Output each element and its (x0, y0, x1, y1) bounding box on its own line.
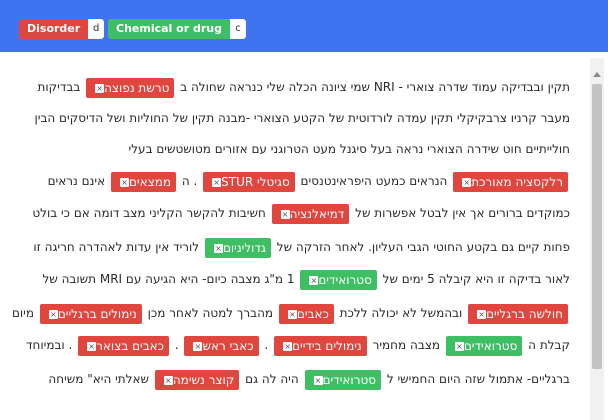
disorder-entity-tag[interactable]: טרשת נפוצה× (86, 77, 175, 98)
plain-text: מהברך למטה לאחר מכן (143, 306, 277, 320)
plain-text: ברגליים- אתמול שזה היום החמישי ל (383, 372, 570, 386)
chemical-shortcut-key: c (229, 19, 246, 39)
text-line[interactable]: פחות קיים גם בקטע החוטי הגבי העליון. לאח… (33, 236, 570, 258)
plain-text: . ה (178, 174, 202, 188)
entity-text: נימולים בידיים (292, 338, 362, 353)
text-line[interactable]: לאור בדיקה זו היא קיבלה 5 ימים של סטרואי… (42, 268, 570, 290)
chemical-entity-tag[interactable]: סטרואידים× (445, 335, 523, 356)
remove-entity-icon[interactable]: × (313, 375, 323, 385)
plain-text: תקין ובבדיקה עמוד שדרה צוארי - NRI שמי צ… (176, 80, 570, 94)
plain-text: . (171, 338, 183, 352)
entity-text: ממצאים (128, 174, 172, 189)
remove-entity-icon[interactable]: × (48, 309, 58, 319)
disorder-shortcut-key: d (88, 19, 105, 39)
remove-entity-icon[interactable]: × (163, 375, 173, 385)
chemical-entity-tag[interactable]: סטרואידים× (304, 369, 382, 390)
disorder-entity-tag[interactable]: כאבי ראש× (184, 335, 259, 356)
entity-text: דמיאלנציה (289, 206, 345, 221)
chemical-entity-tag[interactable]: גדוליניום× (204, 237, 271, 258)
plain-text: מיום (11, 306, 38, 320)
remove-entity-icon[interactable]: × (280, 209, 290, 219)
entity-text: גדוליניום (222, 240, 266, 255)
remove-entity-icon[interactable]: × (287, 309, 297, 319)
disorder-label-name: Disorder (19, 19, 89, 39)
text-line[interactable]: תקין ובבדיקה עמוד שדרה צוארי - NRI שמי צ… (37, 76, 570, 98)
plain-text: חולייתיים חוט שידרה הצוארי נראה בעל סיגנ… (128, 142, 570, 156)
disorder-entity-tag[interactable]: סגיטלי STUR× (203, 171, 295, 192)
disorder-entity-tag[interactable]: נימולים ברגליים× (39, 303, 142, 324)
entity-text: רלקסציה מאורכת (471, 174, 563, 189)
entity-text: סגיטלי STUR (221, 174, 290, 189)
entity-text: סטרואידים (463, 338, 518, 353)
remove-entity-icon[interactable]: × (87, 341, 97, 351)
text-line[interactable]: מעבר קרניו צרבקיקלי תקין עמדה לורדוטית ש… (35, 107, 571, 129)
remove-entity-icon[interactable]: × (454, 341, 464, 351)
disorder-entity-tag[interactable]: כאבים× (278, 303, 334, 324)
plain-text: בבדיקות (37, 80, 85, 94)
disorder-entity-tag[interactable]: ממצאים× (110, 171, 177, 192)
vertical-scrollbar[interactable] (590, 58, 604, 420)
entity-text: סטרואידים (322, 372, 377, 387)
entity-text: כאבים בצואר (96, 338, 165, 353)
scroll-up-arrow-icon[interactable] (593, 72, 601, 77)
plain-text: ובהמשל לא יכולה ללכת (335, 306, 467, 320)
plain-text: מצבה מחמיר (368, 338, 444, 352)
remove-entity-icon[interactable]: × (212, 177, 222, 187)
disorder-label-button[interactable]: Disorder d (19, 19, 105, 39)
disorder-entity-tag[interactable]: קוצר נשימה× (154, 369, 240, 390)
text-line[interactable]: רלקסציה מאורכת× הנראים כמעט היפראינטנסים… (48, 170, 570, 192)
plain-text: מעבר קרניו צרבקיקלי תקין עמדה לורדוטית ש… (34, 111, 571, 125)
disorder-entity-tag[interactable]: רלקסציה מאורכת× (453, 171, 568, 192)
plain-text: 1 מ"ג מצבה כיום- היא הגיעה עם MRI תשובה … (42, 272, 299, 286)
remove-entity-icon[interactable]: × (213, 243, 223, 253)
disorder-entity-tag[interactable]: כאבים בצואר× (78, 335, 170, 356)
annotation-text-area[interactable]: תקין ובבדיקה עמוד שדרה צוארי - NRI שמי צ… (0, 52, 608, 420)
plain-text: . (260, 338, 273, 352)
plain-text: שאלתי היא" משיחה (48, 372, 153, 386)
disorder-entity-tag[interactable]: דמיאלנציה× (271, 203, 350, 224)
plain-text: פחות קיים גם בקטע החוטי הגבי העליון. לאח… (272, 240, 570, 254)
text-line[interactable]: חולשה ברגליים× ובהמשל לא יכולה ללכת כאבי… (12, 302, 570, 324)
text-line[interactable]: קבלת ה סטרואידים× מצבה מחמיר נימולים ביד… (26, 334, 570, 356)
entity-text: חולשה ברגליים (486, 306, 563, 321)
chemical-entity-tag[interactable]: סטרואידים× (300, 269, 377, 290)
entity-text: כאבים (296, 306, 329, 321)
remove-entity-icon[interactable]: × (283, 341, 293, 351)
plain-text: היה לה גם (241, 372, 303, 386)
plain-text: קבלת ה (524, 338, 570, 352)
plain-text: לוריד אין עדות לאהדרה חריגה זו (33, 240, 203, 254)
chemical-label-name: Chemical or drug (108, 19, 230, 39)
entity-text: טרשת נפוצה (104, 80, 170, 95)
entity-text: נימולים ברגליים (57, 306, 137, 321)
remove-entity-icon[interactable]: × (309, 275, 319, 285)
plain-text: לאור בדיקה זו היא קיבלה 5 ימים של (378, 272, 570, 286)
text-line[interactable]: כמוקדים ברורים אך אין לבטל אפשרות של דמי… (32, 202, 570, 224)
disorder-entity-tag[interactable]: חולשה ברגליים× (468, 303, 568, 324)
remove-entity-icon[interactable]: × (462, 177, 472, 187)
plain-text: כמוקדים ברורים אך אין לבטל אפשרות של (351, 206, 570, 220)
remove-entity-icon[interactable]: × (119, 177, 129, 187)
remove-entity-icon[interactable]: × (477, 309, 487, 319)
text-line[interactable]: ברגליים- אתמול שזה היום החמישי ל סטרואיד… (48, 368, 570, 390)
plain-text: אינם נראים (47, 174, 109, 188)
disorder-entity-tag[interactable]: נימולים בידיים× (274, 335, 367, 356)
plain-text: הנראים כמעט היפראינטנסים (296, 174, 452, 188)
chemical-or-drug-label-button[interactable]: Chemical or drug c (108, 19, 246, 39)
plain-text: . ובמיוחד (25, 338, 77, 352)
scroll-thumb[interactable] (592, 84, 602, 369)
text-line[interactable]: חולייתיים חוט שידרה הצוארי נראה בעל סיגנ… (129, 138, 570, 160)
label-toolbar: Disorder d Chemical or drug c (0, 0, 608, 53)
entity-text: סטרואידים (318, 272, 372, 287)
entity-text: קוצר נשימה (172, 372, 235, 387)
entity-text: כאבי ראש (202, 338, 254, 353)
plain-text: חשיבות להקשר הקליני מצב דומה אם כי בולט (32, 206, 270, 220)
remove-entity-icon[interactable]: × (95, 83, 105, 93)
